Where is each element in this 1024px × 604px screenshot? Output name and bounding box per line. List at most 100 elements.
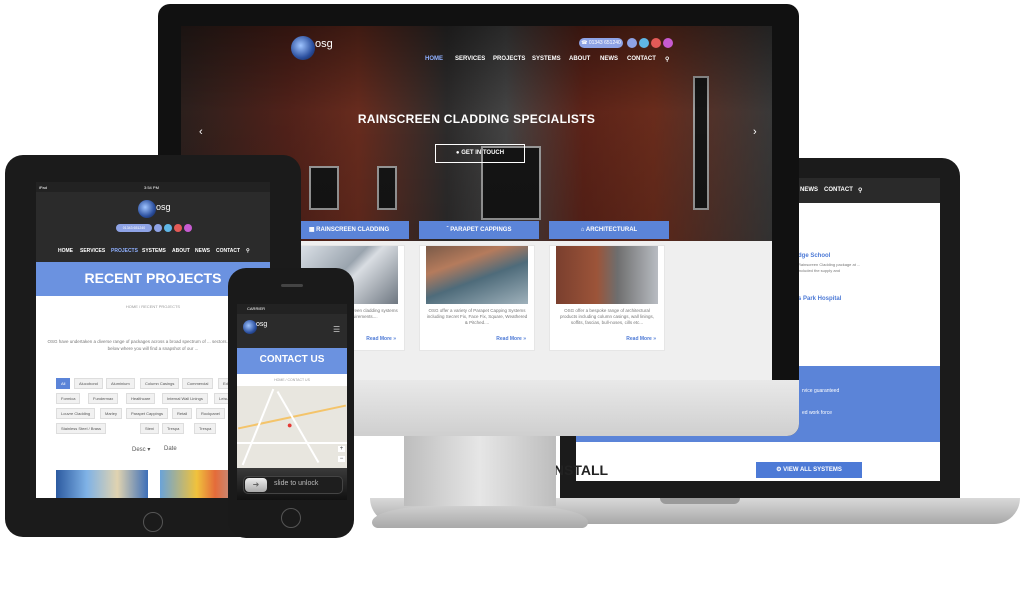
card-description: OSG offer a variety of Parapet Capping S… [426,308,528,325]
get-in-touch-button[interactable]: ● GET IN TOUCH [435,144,525,163]
facebook-icon[interactable] [154,224,162,232]
menu-icon[interactable]: ☰ [333,325,340,334]
tab-rainscreen-cladding[interactable]: ▦ RAINSCREEN CLADDING [289,221,409,239]
search-icon[interactable]: ⚲ [665,56,669,63]
card-image [556,246,658,304]
phone-icon: ☎ [581,40,589,46]
filter-chip[interactable]: Internal Wall Linings [162,393,208,404]
nav-about[interactable]: ABOUT [172,248,190,254]
laptop-project-title-2[interactable]: s Park Hospital [798,296,841,302]
lock-bar: ➜ slide to unlock [237,468,347,500]
tablet-status-bar: iPad 3:54 PM [36,182,270,192]
service-card: OSG offer a variety of Parapet Capping S… [419,245,535,351]
project-thumbnail[interactable] [56,470,148,498]
filter-chip[interactable]: Trespa [162,423,185,434]
zoom-out-icon[interactable]: − [338,456,345,462]
imac-foot [372,506,588,528]
view-all-systems-button[interactable]: ⚙ VIEW ALL SYSTEMS [756,462,862,478]
breadcrumb-home[interactable]: HOME [274,378,285,382]
nav-systems[interactable]: SYSTEMS [142,248,166,254]
read-more-link[interactable]: Read More » [496,336,526,342]
osg-logo[interactable] [291,36,315,60]
nav-services[interactable]: SERVICES [455,56,485,62]
slide-arrow-icon[interactable]: ➜ [245,478,267,492]
nav-projects[interactable]: PROJECTS [111,248,138,254]
phone-speaker [281,284,303,287]
hero-title: RAINSCREEN CLADDING SPECIALISTS [357,112,596,126]
filter-chip[interactable]: Commercial [182,378,214,389]
filter-chip[interactable]: All [56,378,71,389]
logo-text: osg [315,38,333,50]
phone-header: osg ☰ [237,314,347,348]
tab-label: ARCHITECTURAL [585,227,638,233]
twitter-icon[interactable] [164,224,172,232]
laptop-nav-news[interactable]: NEWS [800,187,818,193]
search-icon[interactable]: ⚲ [246,248,250,254]
filter-chip[interactable]: Fundermax [88,393,119,404]
status-device: iPad [39,185,48,190]
google-plus-icon[interactable] [174,224,182,232]
laptop-feature-1: rvice guaranteed [802,388,840,394]
laptop-nav-contact[interactable]: CONTACT [824,187,853,193]
nav-about[interactable]: ABOUT [569,56,590,62]
slider-next-icon[interactable]: › [753,126,757,138]
filter-chip[interactable]: Aluminium [106,378,135,389]
filter-chip[interactable]: Column Casings [140,378,180,389]
nav-home[interactable]: HOME [425,56,443,62]
slider-prev-icon[interactable]: ‹ [199,126,203,138]
nav-contact[interactable]: CONTACT [216,248,240,254]
filter-chip[interactable]: Stainless Steel / Brass [56,423,107,434]
tab-architectural[interactable]: ⌂ ARCHITECTURAL [549,221,669,239]
phone-badge[interactable]: ☎ 01343 651240 [579,38,623,48]
google-plus-icon[interactable] [651,38,661,48]
instagram-icon[interactable] [184,224,192,232]
filter-chip[interactable]: Marley [100,408,123,419]
breadcrumb-current: CONTACT US [287,378,310,382]
page-banner: CONTACT US [237,348,347,374]
filter-chip[interactable]: Steni [140,423,160,434]
filter-chip[interactable]: Trespa [194,423,217,434]
nav-news[interactable]: NEWS [195,248,210,254]
filter-chip[interactable]: Alucobond [74,378,103,389]
filter-chip[interactable]: Rockpanel [196,408,225,419]
search-icon[interactable]: ⚲ [858,187,862,194]
nav-services[interactable]: SERVICES [80,248,105,254]
sort-order-value: Desc [132,447,146,453]
slide-to-unlock-track[interactable]: ➜ slide to unlock [243,476,343,494]
sort-field-select[interactable]: Date [164,446,177,452]
card-description: OSG offer a bespoke range of architectur… [559,308,655,325]
filter-chip[interactable]: Healthcare [126,393,156,404]
slide-to-unlock-label: slide to unlock [274,480,319,487]
map-road [237,442,347,444]
contact-map[interactable]: ● + − [237,386,347,468]
nav-contact[interactable]: CONTACT [627,56,656,62]
laptop-project-title-1[interactable]: dge School [798,253,830,259]
laptop-install-heading: INSTALL [550,462,609,478]
osg-logo[interactable] [138,200,156,218]
read-more-link[interactable]: Read More » [626,336,656,342]
carrier-label: CARRIER [247,306,266,311]
zoom-in-icon[interactable]: + [338,446,345,452]
page-title: CONTACT US [259,354,325,365]
facebook-icon[interactable] [627,38,637,48]
nav-projects[interactable]: PROJECTS [493,56,525,62]
filter-chip[interactable]: Parapet Cappings [126,408,169,419]
twitter-icon[interactable] [639,38,649,48]
tab-parapet-cappings[interactable]: ˆ PARAPET CAPPINGS [419,221,539,239]
nav-home[interactable]: HOME [58,248,73,254]
breadcrumb-home[interactable]: HOME [126,304,138,309]
instagram-icon[interactable] [663,38,673,48]
map-road [276,390,320,464]
phone-badge[interactable]: 01343 651240 [116,224,152,232]
nav-news[interactable]: NEWS [600,56,618,62]
phone-number: 01343 651240 [122,226,146,230]
osg-logo[interactable] [243,320,257,334]
filter-chip[interactable]: Retail [172,408,193,419]
read-more-link[interactable]: Read More » [366,336,396,342]
nav-systems[interactable]: SYSTEMS [532,56,561,62]
filter-chip[interactable]: Formica [56,393,81,404]
status-time: 3:54 PM [144,185,159,190]
sort-order-select[interactable]: Desc ▾ [132,446,150,453]
filter-chip[interactable]: Louvre Cladding [56,408,96,419]
map-pin-icon: ● [287,420,293,430]
